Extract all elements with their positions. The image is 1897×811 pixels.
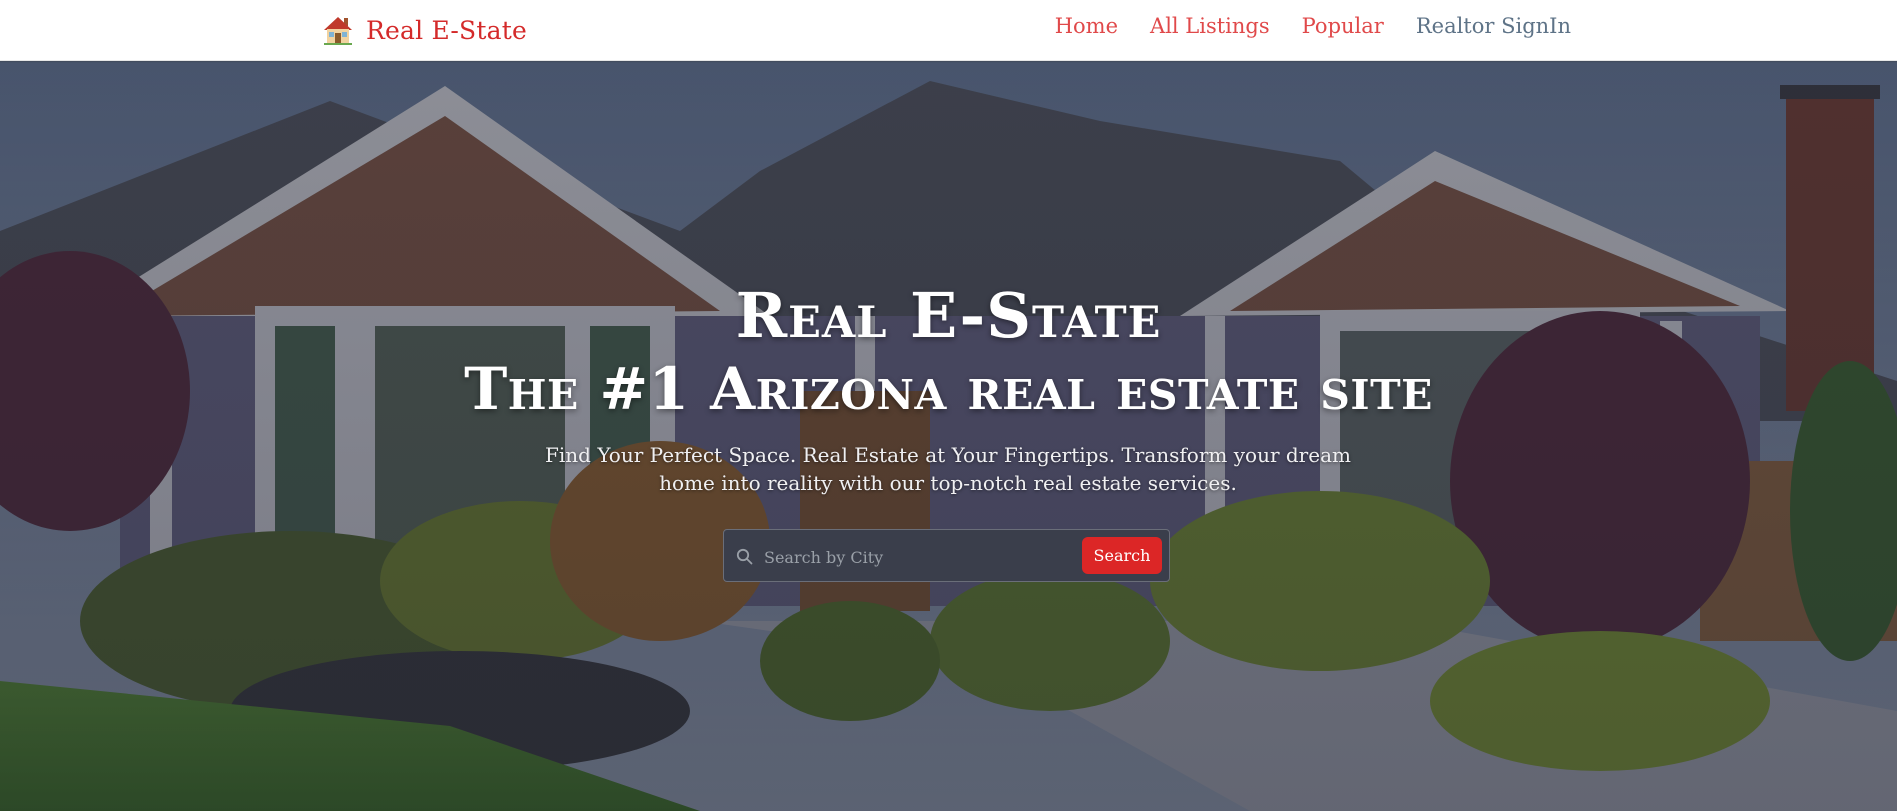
nav-home-link[interactable]: Home bbox=[1055, 14, 1118, 38]
city-search-bar: Search bbox=[723, 529, 1170, 582]
main-nav: Home All Listings Popular Realtor SignIn bbox=[1055, 14, 1571, 38]
house-icon bbox=[324, 17, 352, 45]
search-button[interactable]: Search bbox=[1082, 537, 1162, 574]
hero-title: Real E-State bbox=[735, 279, 1162, 352]
search-icon bbox=[736, 548, 753, 565]
navbar: Real E-State Home All Listings Popular R… bbox=[0, 0, 1897, 61]
hero-section: Real E-State The #1 Arizona real estate … bbox=[0, 61, 1897, 811]
hero-tagline: The #1 Arizona real estate site bbox=[464, 355, 1433, 423]
nav-popular-link[interactable]: Popular bbox=[1302, 14, 1384, 38]
nav-realtor-signin-link[interactable]: Realtor SignIn bbox=[1416, 14, 1571, 38]
city-search-input[interactable] bbox=[762, 540, 1086, 574]
brand-logo-link[interactable]: Real E-State bbox=[322, 12, 527, 48]
brand-name: Real E-State bbox=[366, 15, 527, 45]
hero-content: Real E-State The #1 Arizona real estate … bbox=[0, 61, 1897, 811]
hero-subtitle: Find Your Perfect Space. Real Estate at … bbox=[545, 443, 1351, 495]
nav-all-listings-link[interactable]: All Listings bbox=[1150, 14, 1270, 38]
